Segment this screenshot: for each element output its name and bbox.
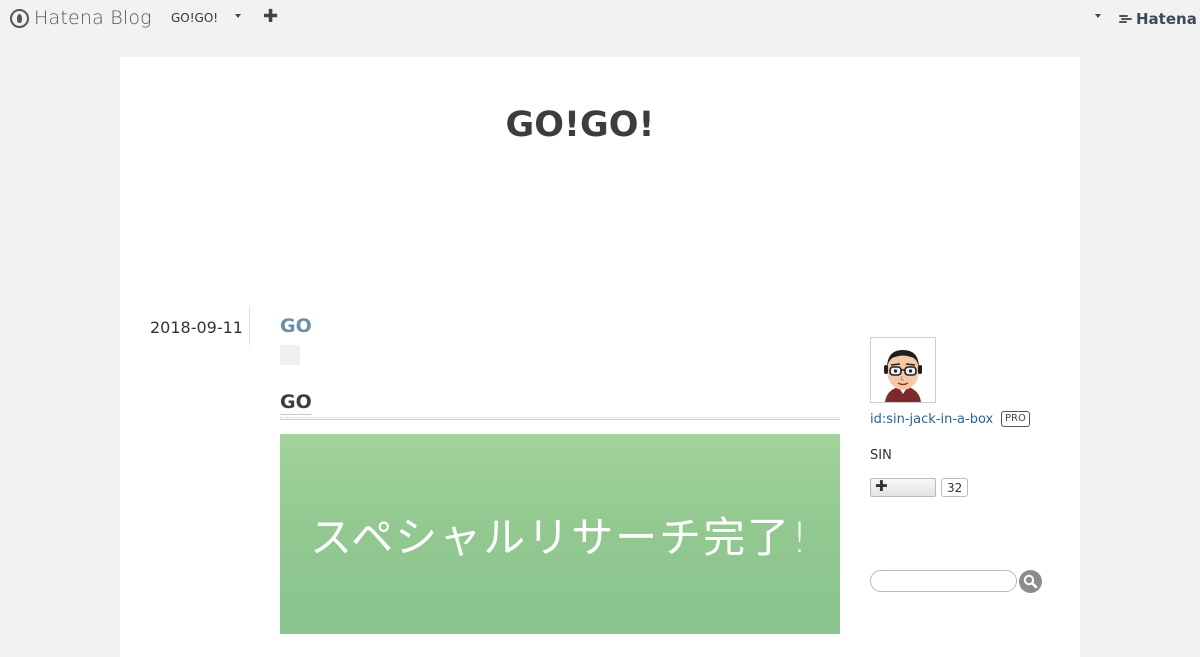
blog-container: GO!GO! 2018-09-11 GO GO スペシャルリサーチ完了! id: xyxy=(120,57,1080,657)
entry-title-link[interactable]: GO xyxy=(280,315,312,337)
share-button-placeholder xyxy=(280,345,300,365)
hatena-blog-logo-icon xyxy=(10,8,29,28)
new-post-plus-icon[interactable]: ✚ xyxy=(263,7,278,27)
global-header: Hatena Blog GO!GO! ✚ Hatena xyxy=(0,0,1200,37)
search-input[interactable] xyxy=(870,570,1017,592)
follow-button[interactable]: ✚ xyxy=(870,477,936,497)
user-id-link[interactable]: id:sin-jack-in-a-box xyxy=(870,412,993,427)
entry-date[interactable]: 2018-09-11 xyxy=(150,318,243,337)
follower-count[interactable]: 32 xyxy=(941,478,969,497)
hatena-brand-link[interactable]: Hatena xyxy=(1119,10,1197,28)
plus-icon: ✚ xyxy=(875,477,888,495)
avatar[interactable] xyxy=(870,337,936,403)
hatena-brand-text: Hatena xyxy=(1136,10,1197,28)
blog-title[interactable]: GO!GO! xyxy=(120,105,1040,145)
caret-down-icon[interactable] xyxy=(1095,14,1101,18)
hatena-brand-icon xyxy=(1119,14,1132,24)
blog-switcher-label[interactable]: GO!GO! xyxy=(171,11,218,25)
entry-image-caption: スペシャルリサーチ完了! xyxy=(310,513,810,562)
date-divider xyxy=(249,308,250,345)
avatar-face-icon xyxy=(871,338,935,402)
logo-text: Hatena Blog xyxy=(34,7,152,29)
heading-divider xyxy=(280,417,840,420)
search-button[interactable] xyxy=(1019,570,1042,593)
search-icon xyxy=(1023,574,1038,589)
pro-badge[interactable]: PRO xyxy=(1001,411,1030,427)
entry-image[interactable]: スペシャルリサーチ完了! xyxy=(280,434,840,634)
caret-down-icon[interactable] xyxy=(235,14,241,18)
entry-section-heading: GO xyxy=(280,391,312,415)
user-description: SIN xyxy=(870,448,892,463)
hatena-blog-logo[interactable]: Hatena Blog xyxy=(10,7,152,29)
